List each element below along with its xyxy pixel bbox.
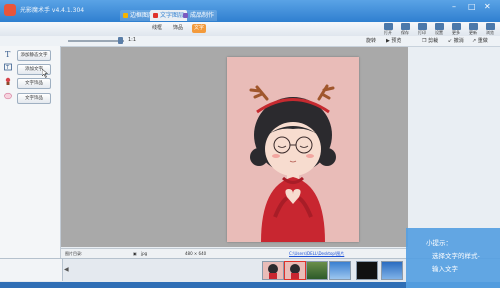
image-dimensions: 480 × 640 — [185, 251, 207, 256]
thumbnail-1[interactable] — [262, 261, 284, 280]
app-title: 光影魔术手 v4.4.1.304 — [20, 7, 85, 14]
subtab-decoration[interactable]: 饰品 — [171, 24, 185, 33]
left-panel-header — [0, 36, 61, 46]
illustration-girl-image — [227, 57, 359, 242]
crop-button[interactable]: ❐ 剪裁 — [422, 37, 438, 44]
tip-line-1: 选择文字的样式- — [432, 252, 480, 260]
zoom-ratio[interactable]: 1:1 — [128, 37, 136, 43]
thumbnail-4[interactable] — [329, 261, 351, 280]
button-label: 打开 — [384, 30, 392, 35]
thumbnail-5[interactable] — [356, 261, 378, 280]
mouse-cursor-icon — [42, 69, 48, 78]
app-logo — [4, 4, 16, 16]
button-label: 设置 — [435, 30, 443, 35]
preview-button[interactable]: ▶ 预览 — [386, 37, 401, 44]
update-button[interactable]: 更新 — [465, 23, 481, 36]
folder-icon — [383, 23, 393, 30]
girl-thumbnail-icon — [268, 264, 278, 279]
frame-icon — [123, 13, 128, 18]
settings-button[interactable]: 设置 — [431, 23, 447, 36]
thumbnail-3[interactable] — [306, 261, 328, 280]
filmstrip-side-panel — [0, 259, 63, 281]
close-button[interactable]: ✕ — [484, 3, 491, 11]
more-button[interactable]: 更多 — [448, 23, 464, 36]
tip-overlay: 小提示： 选择文字的样式- 输入文字 — [406, 228, 500, 288]
open-button[interactable]: 打开 — [380, 23, 396, 36]
maximize-button[interactable]: □ — [468, 3, 476, 11]
redo-button[interactable]: ↗ 重做 — [472, 37, 488, 44]
text-box-icon: T — [4, 63, 12, 71]
subtab-text[interactable]: 文字 — [192, 24, 207, 33]
print-button[interactable]: 打印 — [414, 23, 430, 36]
browse-icon — [485, 23, 495, 30]
undo-button[interactable]: ↙ 撤消 — [448, 37, 464, 44]
button-label: 保存 — [401, 30, 409, 35]
rotate-button[interactable]: 旋转 — [366, 37, 376, 44]
tip-title: 小提示： — [426, 239, 452, 247]
zoom-slider[interactable] — [68, 40, 124, 42]
tab-label: 成品制作 — [190, 12, 215, 19]
more-icon — [451, 23, 461, 30]
print-icon — [417, 23, 427, 30]
directory-label: 图片目录: — [65, 251, 83, 256]
filmstrip-prev-button[interactable]: ◀ — [64, 266, 69, 273]
thumbnail-6[interactable] — [381, 261, 403, 280]
save-icon — [400, 23, 410, 30]
button-label: 浏览 — [486, 30, 494, 35]
thumbnail-2-selected[interactable] — [284, 261, 306, 280]
tab-finished-product[interactable]: 成品制作 — [180, 10, 218, 21]
button-label: 打印 — [418, 30, 426, 35]
button-label: 更多 — [452, 30, 460, 35]
text-icon — [153, 13, 158, 18]
button-label: 更新 — [469, 30, 477, 35]
text-decoration-button-2[interactable]: 文字饰品 — [17, 93, 51, 104]
save-button[interactable]: 保存 — [397, 23, 413, 36]
file-type: jpg — [141, 251, 148, 256]
add-static-text-button[interactable]: 添加静态文字 — [17, 50, 51, 61]
gear-icon — [434, 23, 444, 30]
text-decoration-button[interactable]: 文字饰品 — [17, 78, 51, 89]
image-type-icon: ▣ — [133, 251, 137, 256]
text-tool-icon: T — [5, 50, 11, 58]
tip-line-2: 输入文字 — [432, 265, 458, 273]
girl-thumbnail-icon — [290, 264, 300, 279]
svg-text:T: T — [5, 50, 11, 58]
browse-button[interactable]: 浏览 — [482, 23, 498, 36]
minimize-button[interactable]: – — [452, 3, 456, 11]
subtab-frame[interactable]: 线框 — [150, 24, 164, 33]
folder-path-link[interactable]: C:\Users\DELL\Desktop\图片 — [289, 251, 344, 257]
product-icon — [183, 13, 188, 18]
refresh-icon — [468, 23, 478, 30]
zoom-slider-handle[interactable] — [118, 37, 123, 44]
bubble-icon — [4, 92, 12, 100]
photo-preview[interactable] — [227, 57, 359, 242]
decoration-icon — [5, 77, 11, 85]
